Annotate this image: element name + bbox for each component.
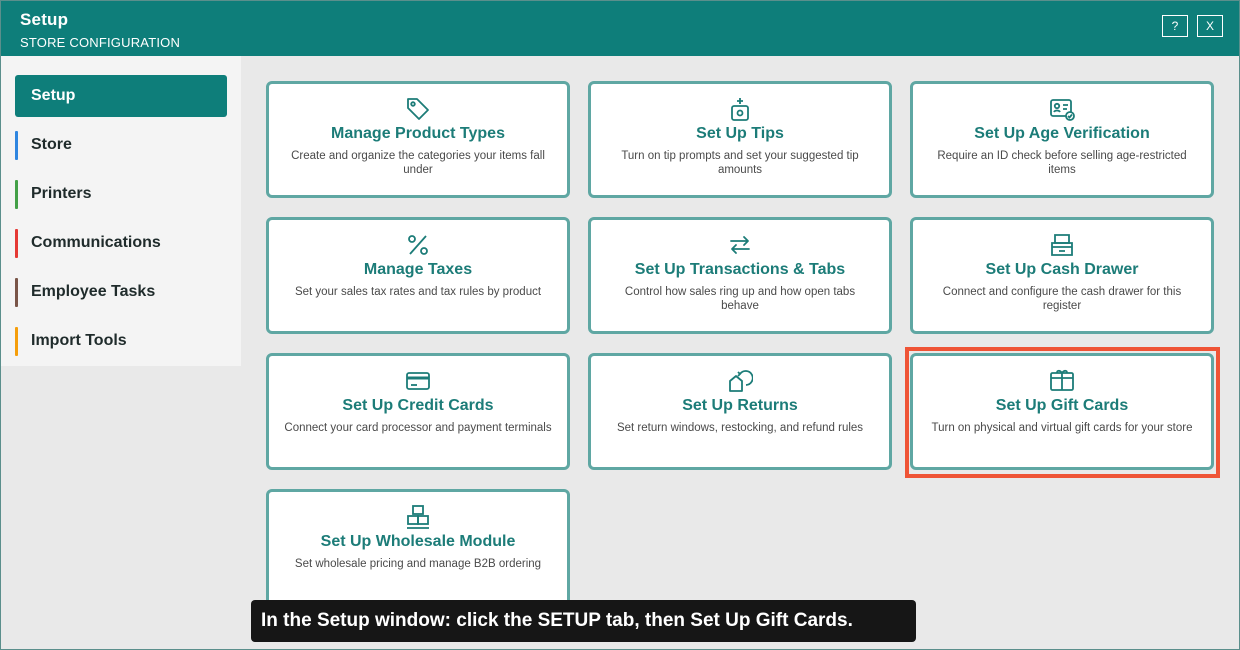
card-title: Set Up Returns bbox=[682, 397, 798, 414]
sidebar-item-employee-tasks[interactable]: Employee Tasks bbox=[15, 271, 227, 313]
help-button[interactable]: ? bbox=[1162, 15, 1188, 37]
card-manage-product-types[interactable]: Manage Product Types Create and organize… bbox=[266, 81, 570, 198]
card-set-up-age-verification[interactable]: Set Up Age Verification Require an ID ch… bbox=[910, 81, 1214, 198]
credit-card-icon bbox=[405, 368, 431, 394]
tip-jar-icon bbox=[727, 96, 753, 122]
sidebar: Setup Store Printers Communications Empl… bbox=[1, 56, 241, 649]
card-title: Set Up Transactions & Tabs bbox=[634, 261, 846, 278]
boxes-icon bbox=[405, 504, 431, 530]
card-set-up-cash-drawer[interactable]: Set Up Cash Drawer Connect and configure… bbox=[910, 217, 1214, 334]
card-description: Control how sales ring up and how open t… bbox=[624, 286, 856, 312]
card-title: Set Up Wholesale Module bbox=[320, 533, 516, 550]
card-title: Set Up Cash Drawer bbox=[985, 261, 1139, 278]
sidebar-item-label: Employee Tasks bbox=[31, 283, 156, 300]
card-description: Create and organize the categories your … bbox=[291, 150, 545, 176]
sidebar-item-label: Printers bbox=[31, 185, 92, 202]
card-manage-taxes[interactable]: Manage Taxes Set your sales tax rates an… bbox=[266, 217, 570, 334]
sidebar-item-label: Communications bbox=[31, 234, 161, 251]
sidebar-item-printers[interactable]: Printers bbox=[15, 173, 227, 215]
card-description: Set your sales tax rates and tax rules b… bbox=[294, 286, 542, 298]
window-subtitle: STORE CONFIGURATION bbox=[20, 35, 181, 50]
id-card-check-icon bbox=[1049, 96, 1075, 122]
sidebar-item-label: Import Tools bbox=[31, 332, 127, 349]
card-title: Manage Product Types bbox=[331, 125, 505, 142]
card-title: Set Up Age Verification bbox=[974, 125, 1150, 142]
instruction-caption: In the Setup window: click the SETUP tab… bbox=[251, 600, 916, 642]
card-title: Set Up Gift Cards bbox=[995, 397, 1129, 414]
card-description: Turn on physical and virtual gift cards … bbox=[931, 422, 1193, 434]
setup-card-grid: Manage Product Types Create and organize… bbox=[242, 56, 1239, 649]
category-color-bar bbox=[15, 277, 18, 307]
category-color-bar bbox=[15, 228, 18, 258]
sidebar-item-import-tools[interactable]: Import Tools bbox=[15, 320, 227, 362]
sidebar-item-store[interactable]: Store bbox=[15, 124, 227, 166]
card-title: Set Up Tips bbox=[696, 125, 784, 142]
window-title: Setup bbox=[20, 10, 69, 29]
card-description: Set return windows, restocking, and refu… bbox=[616, 422, 864, 434]
title-bar: Setup STORE CONFIGURATION ? X bbox=[1, 1, 1239, 56]
card-description: Require an ID check before selling age-r… bbox=[937, 150, 1187, 176]
sidebar-item-setup[interactable]: Setup bbox=[15, 75, 227, 117]
close-button[interactable]: X bbox=[1197, 15, 1223, 37]
category-color-bar bbox=[15, 130, 18, 160]
category-color-bar bbox=[15, 326, 18, 356]
tag-icon bbox=[405, 96, 431, 122]
card-title: Manage Taxes bbox=[363, 261, 473, 278]
card-set-up-tips[interactable]: Set Up Tips Turn on tip prompts and set … bbox=[588, 81, 892, 198]
setup-window: Setup STORE CONFIGURATION ? X Setup Stor… bbox=[0, 0, 1240, 650]
card-title: Set Up Credit Cards bbox=[342, 397, 494, 414]
sidebar-item-communications[interactable]: Communications bbox=[15, 222, 227, 264]
category-color-bar bbox=[15, 179, 18, 209]
card-set-up-gift-cards[interactable]: Set Up Gift Cards Turn on physical and v… bbox=[910, 353, 1214, 470]
return-box-icon bbox=[727, 368, 754, 394]
gift-card-icon bbox=[1049, 368, 1075, 394]
card-set-up-returns[interactable]: Set Up Returns Set return windows, resto… bbox=[588, 353, 892, 470]
card-set-up-transactions-tabs[interactable]: Set Up Transactions & Tabs Control how s… bbox=[588, 217, 892, 334]
percent-icon bbox=[405, 232, 431, 258]
card-description: Turn on tip prompts and set your suggest… bbox=[621, 150, 859, 176]
swap-arrows-icon bbox=[727, 232, 753, 258]
card-description: Connect your card processor and payment … bbox=[284, 422, 552, 434]
sidebar-item-label: Setup bbox=[31, 87, 76, 104]
cash-drawer-icon bbox=[1049, 232, 1075, 258]
card-description: Set wholesale pricing and manage B2B ord… bbox=[294, 558, 542, 570]
sidebar-item-label: Store bbox=[31, 136, 72, 153]
card-set-up-credit-cards[interactable]: Set Up Credit Cards Connect your card pr… bbox=[266, 353, 570, 470]
card-description: Connect and configure the cash drawer fo… bbox=[942, 286, 1182, 312]
